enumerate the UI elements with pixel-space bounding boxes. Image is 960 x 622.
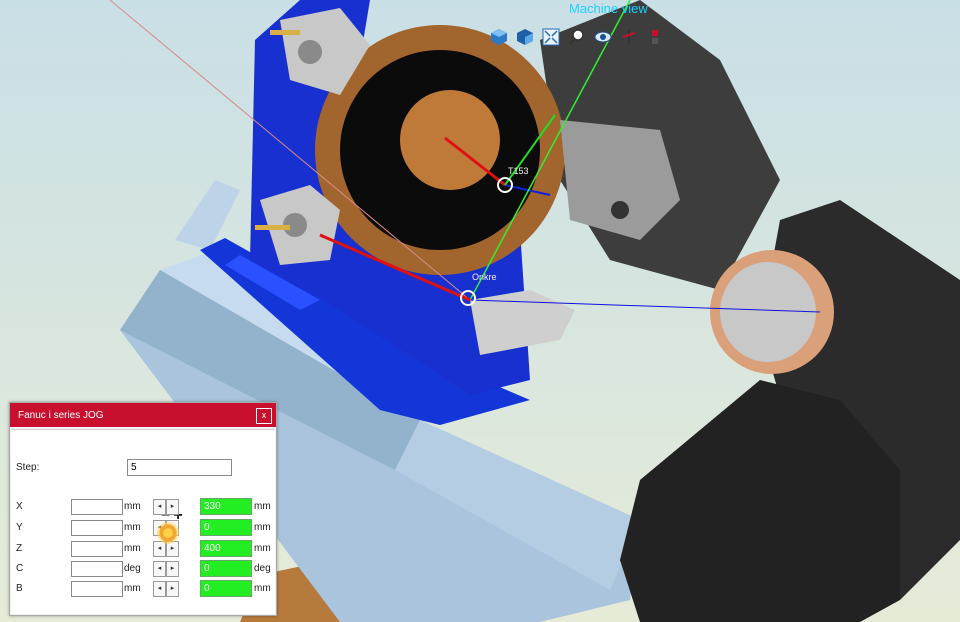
dialog-titlebar[interactable]: Fanuc i series JOG x: [10, 403, 276, 427]
axis-b-unit: mm: [124, 583, 141, 594]
eye-view-icon[interactable]: [592, 26, 614, 48]
axis-b-position: 0: [200, 580, 252, 597]
axis-x-decrement-button[interactable]: ◂: [153, 499, 166, 515]
axis-b-unit2: mm: [254, 583, 271, 594]
axis-c-position: 0: [200, 560, 252, 577]
axis-c-unit: deg: [124, 563, 141, 574]
axis-c-increment-button[interactable]: ▸: [166, 561, 179, 577]
axis-x-unit2: mm: [254, 501, 271, 512]
fit-view-icon[interactable]: [540, 26, 562, 48]
axis-label-b: B: [16, 583, 23, 594]
axis-c-decrement-button[interactable]: ◂: [153, 561, 166, 577]
axis-x-increment-button[interactable]: ▸: [166, 499, 179, 515]
origin-label: Onkre: [472, 272, 497, 282]
axis-z-unit2: mm: [254, 543, 271, 554]
step-label: Step:: [16, 462, 40, 473]
axis-label-c: C: [16, 563, 24, 574]
axis-z-position: 400: [200, 540, 252, 557]
axis-x-stepper: ◂ ▸: [153, 499, 181, 515]
axis-label-z: Z: [16, 543, 23, 554]
view-front-icon[interactable]: [514, 26, 536, 48]
axis-c-stepper: ◂ ▸: [153, 561, 181, 577]
tool-label: T153: [508, 166, 529, 176]
axis-b-increment-button[interactable]: ▸: [166, 581, 179, 597]
jog-dialog: Fanuc i series JOG x Step: −+ X mm ◂ ▸ 3…: [9, 402, 277, 616]
axis-b-decrement-button[interactable]: ◂: [153, 581, 166, 597]
axis-z-input[interactable]: [71, 541, 123, 557]
view-toolbar: [488, 26, 666, 52]
axis-label-y: Y: [16, 522, 23, 533]
axis-b-stepper: ◂ ▸: [153, 581, 181, 597]
dialog-title: Fanuc i series JOG: [18, 409, 104, 421]
click-highlight-icon: [157, 522, 179, 544]
machine-view-label: Machine view: [569, 1, 648, 16]
close-button[interactable]: x: [256, 408, 272, 424]
axis-z-unit: mm: [124, 543, 141, 554]
axis-toggle-icon[interactable]: [618, 26, 640, 48]
axis-x-unit: mm: [124, 501, 141, 512]
axis-y-position: 0: [200, 519, 252, 536]
axis-label-x: X: [16, 501, 23, 512]
axis-y-unit2: mm: [254, 522, 271, 533]
step-input[interactable]: [127, 459, 232, 476]
axis-c-input[interactable]: [71, 561, 123, 577]
axis-y-unit: mm: [124, 522, 141, 533]
axis-b-input[interactable]: [71, 581, 123, 597]
axis-x-input[interactable]: [71, 499, 123, 515]
zoom-icon[interactable]: [566, 26, 588, 48]
settings-icon[interactable]: [644, 26, 666, 48]
axis-c-unit2: deg: [254, 563, 271, 574]
axis-x-position: 330: [200, 498, 252, 515]
dialog-body: Step: −+ X mm ◂ ▸ 330 mm Y mm ◂ ▸ 0 mm Z…: [11, 429, 275, 614]
view-iso-icon[interactable]: [488, 26, 510, 48]
axis-y-input[interactable]: [71, 520, 123, 536]
